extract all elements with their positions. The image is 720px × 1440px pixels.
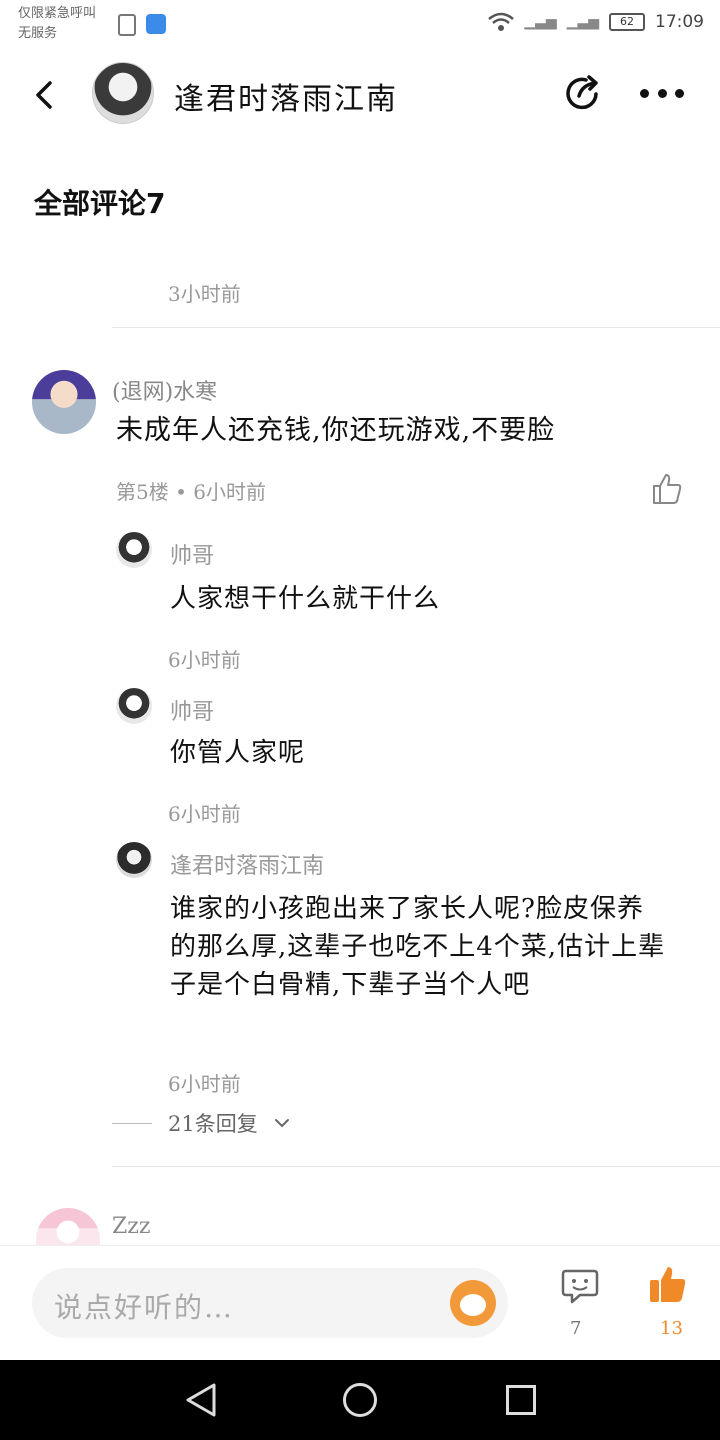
reply-text: 你管人家呢 bbox=[170, 738, 306, 768]
previous-comment-time: 3小时前 bbox=[168, 282, 241, 306]
reply-text: 人家想干什么就干什么 bbox=[170, 584, 441, 614]
comment-count: 7 bbox=[570, 1318, 582, 1339]
system-indicators: ▁▃▅ ▁▃▅ 62 17:09 bbox=[488, 12, 704, 32]
emoji-icon[interactable] bbox=[450, 1280, 496, 1326]
reply-avatar[interactable] bbox=[116, 532, 152, 568]
reply-text: 谁家的小孩跑出来了家长人呢?脸皮保养的那么厚,这辈子也吃不上4个菜,估计上辈子是… bbox=[170, 894, 666, 1000]
status-bar: 仅限紧急呼叫 无服务 ▁▃▅ ▁▃▅ 62 17:09 bbox=[0, 0, 720, 50]
share-icon[interactable] bbox=[562, 72, 604, 114]
comment-input-placeholder: 说点好听的… bbox=[54, 1291, 235, 1324]
chevron-down-icon bbox=[274, 1119, 289, 1128]
shield-icon bbox=[146, 14, 166, 34]
reply-user-name[interactable]: 帅哥 bbox=[170, 538, 214, 570]
comment-input[interactable]: 说点好听的… bbox=[32, 1268, 508, 1338]
document-icon bbox=[118, 14, 136, 36]
page-title[interactable]: 逢君时落雨江南 bbox=[174, 74, 398, 118]
reply-time: 6小时前 bbox=[168, 1072, 241, 1096]
signal-icon: ▁▃▅ bbox=[524, 14, 557, 30]
commenter-name[interactable]: (退网)水寒 bbox=[112, 374, 217, 406]
reply-time: 6小时前 bbox=[168, 648, 241, 672]
navigation-bar bbox=[0, 1360, 720, 1440]
nav-recent-apps-icon[interactable] bbox=[506, 1385, 536, 1415]
more-options-icon[interactable] bbox=[640, 72, 684, 114]
status-time: 17:09 bbox=[655, 12, 704, 32]
reply-user-name[interactable]: 帅哥 bbox=[170, 694, 214, 726]
comment-like-icon[interactable] bbox=[650, 472, 684, 506]
section-title: 全部评论7 bbox=[34, 187, 166, 220]
comment-text: 未成年人还充钱,你还玩游戏,不要脸 bbox=[116, 415, 556, 446]
more-replies-line bbox=[112, 1122, 152, 1124]
bottom-bar: 说点好听的… 7 13 bbox=[0, 1245, 720, 1360]
notification-icons bbox=[118, 14, 166, 36]
nav-home-icon[interactable] bbox=[343, 1383, 377, 1417]
next-commenter-name[interactable]: Zzz bbox=[112, 1214, 150, 1239]
author-avatar[interactable] bbox=[92, 62, 154, 124]
view-more-replies[interactable]: 21条回复 bbox=[112, 1108, 290, 1138]
divider bbox=[112, 327, 720, 328]
emergency-only-text: 仅限紧急呼叫 bbox=[18, 6, 97, 21]
commenter-avatar[interactable] bbox=[32, 370, 96, 434]
no-service-text: 无服务 bbox=[18, 26, 58, 41]
reply-time: 6小时前 bbox=[168, 802, 241, 826]
comments-icon[interactable] bbox=[560, 1266, 600, 1306]
header: 逢君时落雨江南 bbox=[0, 50, 720, 140]
like-count: 13 bbox=[660, 1318, 683, 1339]
reply-user-name[interactable]: 逢君时落雨江南 bbox=[170, 848, 324, 880]
network-status: 仅限紧急呼叫 无服务 bbox=[18, 4, 96, 44]
next-commenter-avatar[interactable] bbox=[36, 1208, 100, 1248]
wifi-icon bbox=[488, 12, 515, 31]
divider bbox=[112, 1166, 720, 1167]
reply-avatar[interactable] bbox=[116, 842, 152, 878]
nav-back-icon[interactable] bbox=[184, 1382, 218, 1418]
back-arrow-icon[interactable] bbox=[30, 80, 60, 110]
comment-meta: 第5楼 • 6小时前 bbox=[116, 480, 266, 504]
battery-icon: 62 bbox=[609, 13, 645, 31]
signal-icon-2: ▁▃▅ bbox=[566, 14, 599, 30]
thumbs-up-icon[interactable] bbox=[648, 1264, 688, 1304]
more-replies-text: 21条回复 bbox=[168, 1112, 258, 1136]
reply-avatar[interactable] bbox=[116, 688, 152, 724]
